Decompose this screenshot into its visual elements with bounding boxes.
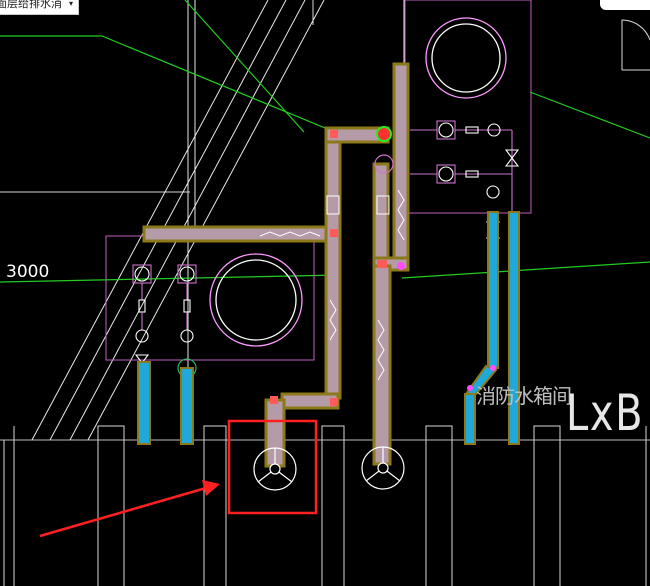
dimension-label: 3000: [6, 262, 50, 282]
annotation-arrow-icon: [39, 480, 220, 538]
layer-selector-dropdown[interactable]: 面层给排水消 ▾: [0, 0, 79, 15]
wall-outlines: [3, 425, 647, 586]
water-tank-icon: [425, 17, 507, 99]
pump-icon: [410, 120, 513, 213]
room-label: 消防水箱间: [476, 384, 572, 408]
corner-arc: [621, 19, 650, 71]
diagonal-hatch-lines: [31, 0, 325, 441]
cad-drawing-canvas[interactable]: [0, 0, 650, 586]
window-edge: [600, 0, 650, 10]
layer-selector-value: 面层给排水消: [0, 0, 62, 10]
water-tank-icon: [209, 253, 303, 347]
chevron-down-icon: ▾: [69, 0, 74, 8]
floor-drain-icon: [361, 446, 405, 490]
floor-drain-icon: [253, 447, 297, 491]
room-code-label: LxB: [566, 384, 645, 442]
